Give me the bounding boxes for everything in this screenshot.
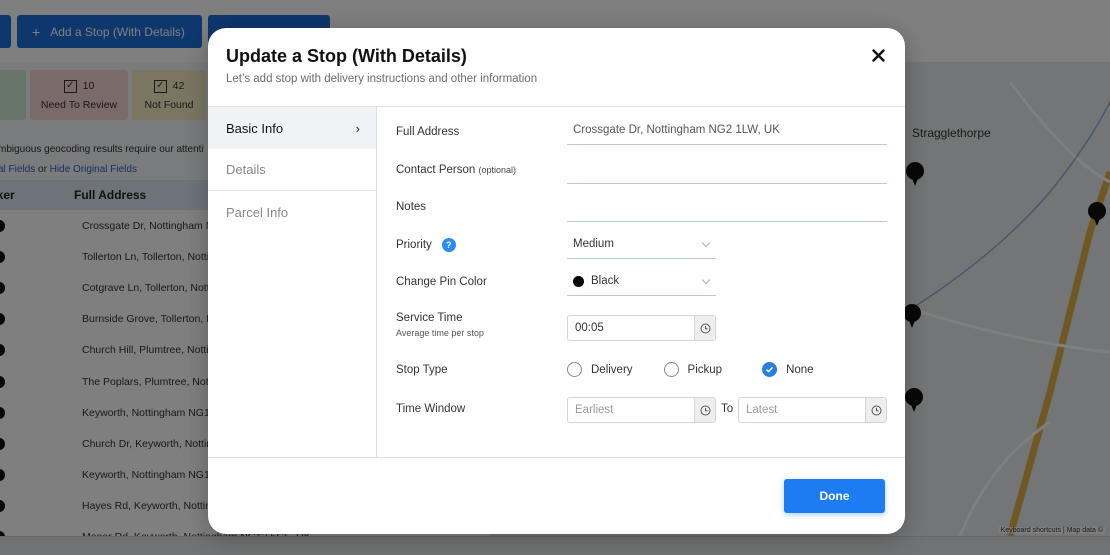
radio-checked-icon bbox=[762, 362, 778, 377]
modal-title: Update a Stop (With Details) bbox=[226, 46, 467, 66]
contact-person-label-text: Contact Person bbox=[396, 164, 476, 176]
notes-row: Notes bbox=[396, 195, 887, 223]
clock-button[interactable] bbox=[694, 398, 715, 422]
service-time-row: Service Time Average time per stop 00:05 bbox=[396, 312, 887, 344]
close-icon bbox=[871, 48, 885, 62]
priority-label: Priority? bbox=[396, 238, 456, 252]
done-button[interactable]: Done bbox=[784, 479, 885, 513]
sidebar-item-basic-info[interactable]: Basic Info › bbox=[208, 107, 376, 149]
clock-button[interactable] bbox=[865, 398, 886, 422]
modal-subtitle: Let’s add stop with delivery instruction… bbox=[226, 73, 538, 85]
priority-select[interactable]: Medium bbox=[567, 233, 716, 259]
radio-label: Pickup bbox=[687, 363, 723, 376]
clock-button[interactable] bbox=[694, 316, 715, 340]
chevron-right-icon: › bbox=[355, 120, 360, 136]
full-address-label: Full Address bbox=[396, 126, 460, 138]
service-time-input[interactable]: 00:05 bbox=[567, 315, 716, 341]
chevron-down-icon bbox=[701, 238, 711, 248]
sidebar-item-label: Basic Info bbox=[226, 120, 284, 136]
priority-value: Medium bbox=[573, 238, 614, 250]
basic-info-form: Full Address Crossgate Dr, Nottingham NG… bbox=[377, 107, 905, 458]
notes-input[interactable] bbox=[567, 196, 887, 222]
radio-off-icon bbox=[663, 362, 679, 377]
contact-person-input[interactable] bbox=[567, 158, 887, 184]
contact-person-label: Contact Person (optional) bbox=[396, 164, 516, 176]
radio-pickup[interactable]: Pickup bbox=[663, 362, 723, 377]
to-label: To bbox=[721, 403, 734, 415]
stop-type-label: Stop Type bbox=[396, 364, 448, 376]
help-icon[interactable]: ? bbox=[441, 238, 456, 252]
modal-body: Basic Info › Details Parcel Info Full Ad… bbox=[208, 107, 905, 458]
earliest-time-input[interactable]: Earliest bbox=[567, 397, 716, 423]
radio-label: None bbox=[786, 363, 814, 376]
time-window-label: Time Window bbox=[396, 403, 466, 415]
clock-icon bbox=[700, 405, 710, 415]
modal-footer: Done bbox=[208, 457, 905, 534]
service-time-label-text: Service Time bbox=[396, 312, 463, 324]
service-time-value[interactable]: 00:05 bbox=[568, 316, 694, 340]
radio-none[interactable]: None bbox=[762, 362, 814, 377]
contact-person-row: Contact Person (optional) bbox=[396, 157, 887, 185]
sidebar-item-label: Details bbox=[226, 162, 266, 177]
latest-time-input[interactable]: Latest bbox=[738, 397, 887, 423]
stop-type-row: Stop Type Delivery Pickup None bbox=[396, 362, 887, 382]
modal-header: Update a Stop (With Details) Let’s add s… bbox=[208, 28, 905, 107]
clock-icon bbox=[871, 405, 881, 415]
earliest-placeholder[interactable]: Earliest bbox=[568, 398, 694, 422]
sidebar-item-details[interactable]: Details bbox=[208, 149, 376, 191]
radio-off-icon bbox=[567, 362, 582, 377]
optional-hint: (optional) bbox=[478, 165, 516, 175]
pin-color-value: Black bbox=[591, 275, 620, 287]
color-swatch-icon bbox=[573, 276, 584, 287]
service-time-label: Service Time Average time per stop bbox=[396, 312, 484, 338]
modal-sidebar: Basic Info › Details Parcel Info bbox=[208, 107, 377, 458]
notes-label: Notes bbox=[396, 201, 427, 213]
pin-color-row: Change Pin Color Black bbox=[396, 269, 887, 297]
radio-label: Delivery bbox=[591, 363, 633, 376]
service-time-sublabel: Average time per stop bbox=[396, 328, 484, 338]
chevron-down-icon bbox=[701, 275, 711, 285]
full-address-row: Full Address Crossgate Dr, Nottingham NG… bbox=[396, 119, 887, 147]
close-button[interactable] bbox=[869, 46, 887, 64]
sidebar-item-label: Parcel Info bbox=[226, 204, 289, 220]
full-address-input[interactable]: Crossgate Dr, Nottingham NG2 1LW, UK bbox=[567, 119, 887, 145]
priority-label-text: Priority bbox=[396, 239, 432, 252]
clock-icon bbox=[700, 323, 710, 333]
update-stop-modal: Update a Stop (With Details) Let’s add s… bbox=[208, 28, 905, 534]
time-window-row: Time Window Earliest To Latest bbox=[396, 397, 887, 425]
radio-delivery[interactable]: Delivery bbox=[567, 362, 633, 377]
priority-row: Priority? Medium bbox=[396, 232, 887, 260]
pin-color-label: Change Pin Color bbox=[396, 276, 487, 288]
pin-color-select[interactable]: Black bbox=[567, 270, 716, 296]
sidebar-item-parcel-info[interactable]: Parcel Info bbox=[208, 191, 376, 233]
stop-type-radio-group: Delivery Pickup None bbox=[567, 362, 814, 377]
latest-placeholder[interactable]: Latest bbox=[739, 398, 865, 422]
